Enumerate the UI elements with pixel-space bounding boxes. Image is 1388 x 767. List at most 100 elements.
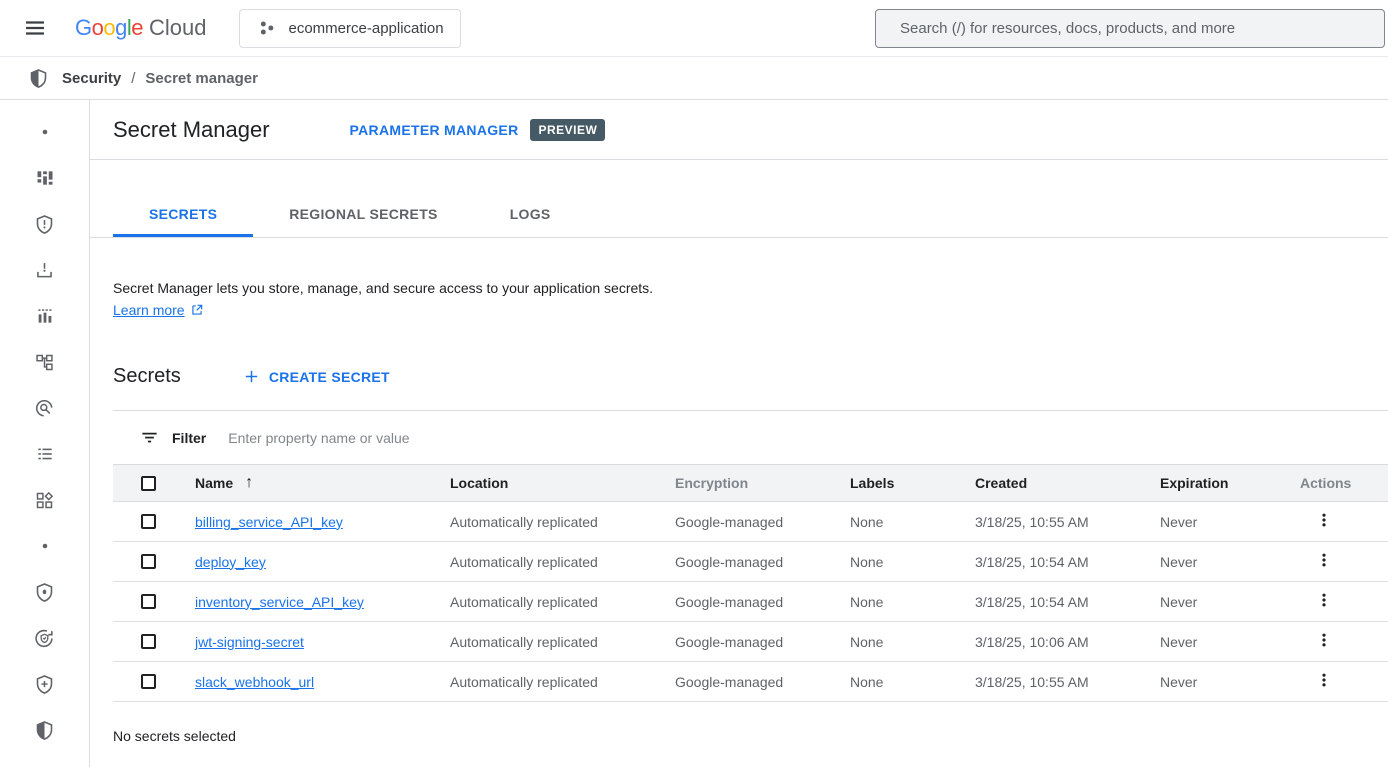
row-checkbox[interactable] xyxy=(141,554,156,569)
page-description: Secret Manager lets you store, manage, a… xyxy=(113,278,1388,298)
saved-search-icon[interactable] xyxy=(21,385,69,431)
bar-chart-icon[interactable] xyxy=(21,293,69,339)
cell-expiration: Never xyxy=(1150,514,1290,530)
column-header-actions: Actions xyxy=(1290,475,1388,491)
column-header-labels: Labels xyxy=(840,475,965,491)
tab-logs[interactable]: LOGS xyxy=(474,206,587,237)
table-row: inventory_service_API_key Automatically … xyxy=(113,582,1388,622)
cell-expiration: Never xyxy=(1150,594,1290,610)
parameter-manager-link[interactable]: PARAMETER MANAGER xyxy=(350,122,519,138)
column-header-encryption: Encryption xyxy=(665,475,840,491)
secret-name-link[interactable]: slack_webhook_url xyxy=(195,674,314,690)
row-actions-menu-icon[interactable] xyxy=(1314,509,1334,531)
external-link-icon xyxy=(190,303,204,317)
create-secret-button[interactable]: CREATE SECRET xyxy=(243,368,390,385)
search-input[interactable] xyxy=(876,20,1384,37)
assets-icon[interactable] xyxy=(21,477,69,523)
cell-created: 3/18/25, 10:54 AM xyxy=(965,554,1150,570)
column-header-name[interactable]: Name xyxy=(195,475,233,491)
cell-labels: None xyxy=(840,514,965,530)
dashboard-icon[interactable] xyxy=(21,155,69,201)
create-secret-label: CREATE SECRET xyxy=(269,369,390,385)
dot-icon[interactable] xyxy=(21,109,69,155)
learn-more-link[interactable]: Learn more xyxy=(113,302,204,318)
main-content: Secret Manager PARAMETER MANAGER PREVIEW… xyxy=(90,100,1388,767)
column-header-expiration: Expiration xyxy=(1150,475,1290,491)
secret-name-link[interactable]: deploy_key xyxy=(195,554,266,570)
shield-dot-icon[interactable] xyxy=(21,569,69,615)
table-header-row: Name ↑ Location Encryption Labels Create… xyxy=(113,464,1388,502)
secrets-table: Filter Name ↑ Location Encryption Labels… xyxy=(113,410,1388,702)
learn-more-label: Learn more xyxy=(113,302,185,318)
cell-labels: None xyxy=(840,634,965,650)
security-shield-icon xyxy=(28,68,49,89)
shield-half-icon[interactable] xyxy=(21,707,69,753)
cell-location: Automatically replicated xyxy=(440,554,665,570)
secret-name-link[interactable]: jwt-signing-secret xyxy=(195,634,304,650)
cell-encryption: Google-managed xyxy=(665,674,840,690)
row-checkbox[interactable] xyxy=(141,634,156,649)
secret-name-link[interactable]: inventory_service_API_key xyxy=(195,594,364,610)
cell-labels: None xyxy=(840,674,965,690)
row-actions-menu-icon[interactable] xyxy=(1314,669,1334,691)
row-actions-menu-icon[interactable] xyxy=(1314,629,1334,651)
tab-regional-secrets[interactable]: REGIONAL SECRETS xyxy=(253,206,473,237)
column-header-created: Created xyxy=(965,475,1150,491)
secret-name-link[interactable]: billing_service_API_key xyxy=(195,514,343,530)
tree-icon[interactable] xyxy=(21,339,69,385)
breadcrumb: Security / Secret manager xyxy=(0,57,1388,100)
cell-labels: None xyxy=(840,594,965,610)
table-row: deploy_key Automatically replicated Goog… xyxy=(113,542,1388,582)
project-name: ecommerce-application xyxy=(289,20,444,37)
page-header: Secret Manager PARAMETER MANAGER PREVIEW xyxy=(90,100,1388,160)
cell-location: Automatically replicated xyxy=(440,634,665,650)
top-app-bar: Google Cloud ecommerce-application xyxy=(0,0,1388,57)
filter-label: Filter xyxy=(172,430,206,446)
compliance-icon[interactable] xyxy=(21,615,69,661)
breadcrumb-section[interactable]: Security xyxy=(62,70,121,87)
cell-created: 3/18/25, 10:55 AM xyxy=(965,514,1150,530)
tab-secrets[interactable]: SECRETS xyxy=(113,206,253,237)
breadcrumb-page: Secret manager xyxy=(145,70,258,87)
cell-encryption: Google-managed xyxy=(665,634,840,650)
secrets-heading-row: Secrets CREATE SECRET xyxy=(113,365,1388,388)
shield-alert-icon[interactable] xyxy=(21,201,69,247)
filter-row: Filter xyxy=(113,411,1388,464)
cell-created: 3/18/25, 10:55 AM xyxy=(965,674,1150,690)
google-cloud-logo[interactable]: Google Cloud xyxy=(75,15,207,41)
cell-created: 3/18/25, 10:54 AM xyxy=(965,594,1150,610)
row-checkbox[interactable] xyxy=(141,514,156,529)
cell-encryption: Google-managed xyxy=(665,594,840,610)
table-body: billing_service_API_key Automatically re… xyxy=(113,502,1388,702)
row-actions-menu-icon[interactable] xyxy=(1314,549,1334,571)
sort-ascending-icon[interactable]: ↑ xyxy=(245,474,253,492)
breadcrumb-separator: / xyxy=(131,70,135,87)
select-all-checkbox[interactable] xyxy=(141,476,156,491)
cell-expiration: Never xyxy=(1150,554,1290,570)
cell-location: Automatically replicated xyxy=(440,514,665,530)
cloud-wordmark: Cloud xyxy=(149,15,206,41)
page-title: Secret Manager xyxy=(113,117,270,143)
tray-alert-icon[interactable] xyxy=(21,247,69,293)
cell-expiration: Never xyxy=(1150,634,1290,650)
row-checkbox[interactable] xyxy=(141,594,156,609)
list-icon[interactable] xyxy=(21,431,69,477)
cell-location: Automatically replicated xyxy=(440,594,665,610)
selection-status-text: No secrets selected xyxy=(113,728,1388,744)
tab-bar: SECRETS REGIONAL SECRETS LOGS xyxy=(90,160,1388,238)
project-icon xyxy=(256,17,278,39)
filter-input[interactable] xyxy=(226,429,1388,447)
dot-icon[interactable] xyxy=(21,523,69,569)
row-actions-menu-icon[interactable] xyxy=(1314,589,1334,611)
cell-expiration: Never xyxy=(1150,674,1290,690)
search-bar[interactable] xyxy=(875,9,1385,48)
menu-icon[interactable] xyxy=(21,14,49,42)
shield-plus-icon[interactable] xyxy=(21,661,69,707)
preview-badge: PREVIEW xyxy=(530,119,605,141)
cell-labels: None xyxy=(840,554,965,570)
project-selector[interactable]: ecommerce-application xyxy=(239,9,461,48)
column-header-location: Location xyxy=(440,475,665,491)
cell-created: 3/18/25, 10:06 AM xyxy=(965,634,1150,650)
table-row: jwt-signing-secret Automatically replica… xyxy=(113,622,1388,662)
row-checkbox[interactable] xyxy=(141,674,156,689)
